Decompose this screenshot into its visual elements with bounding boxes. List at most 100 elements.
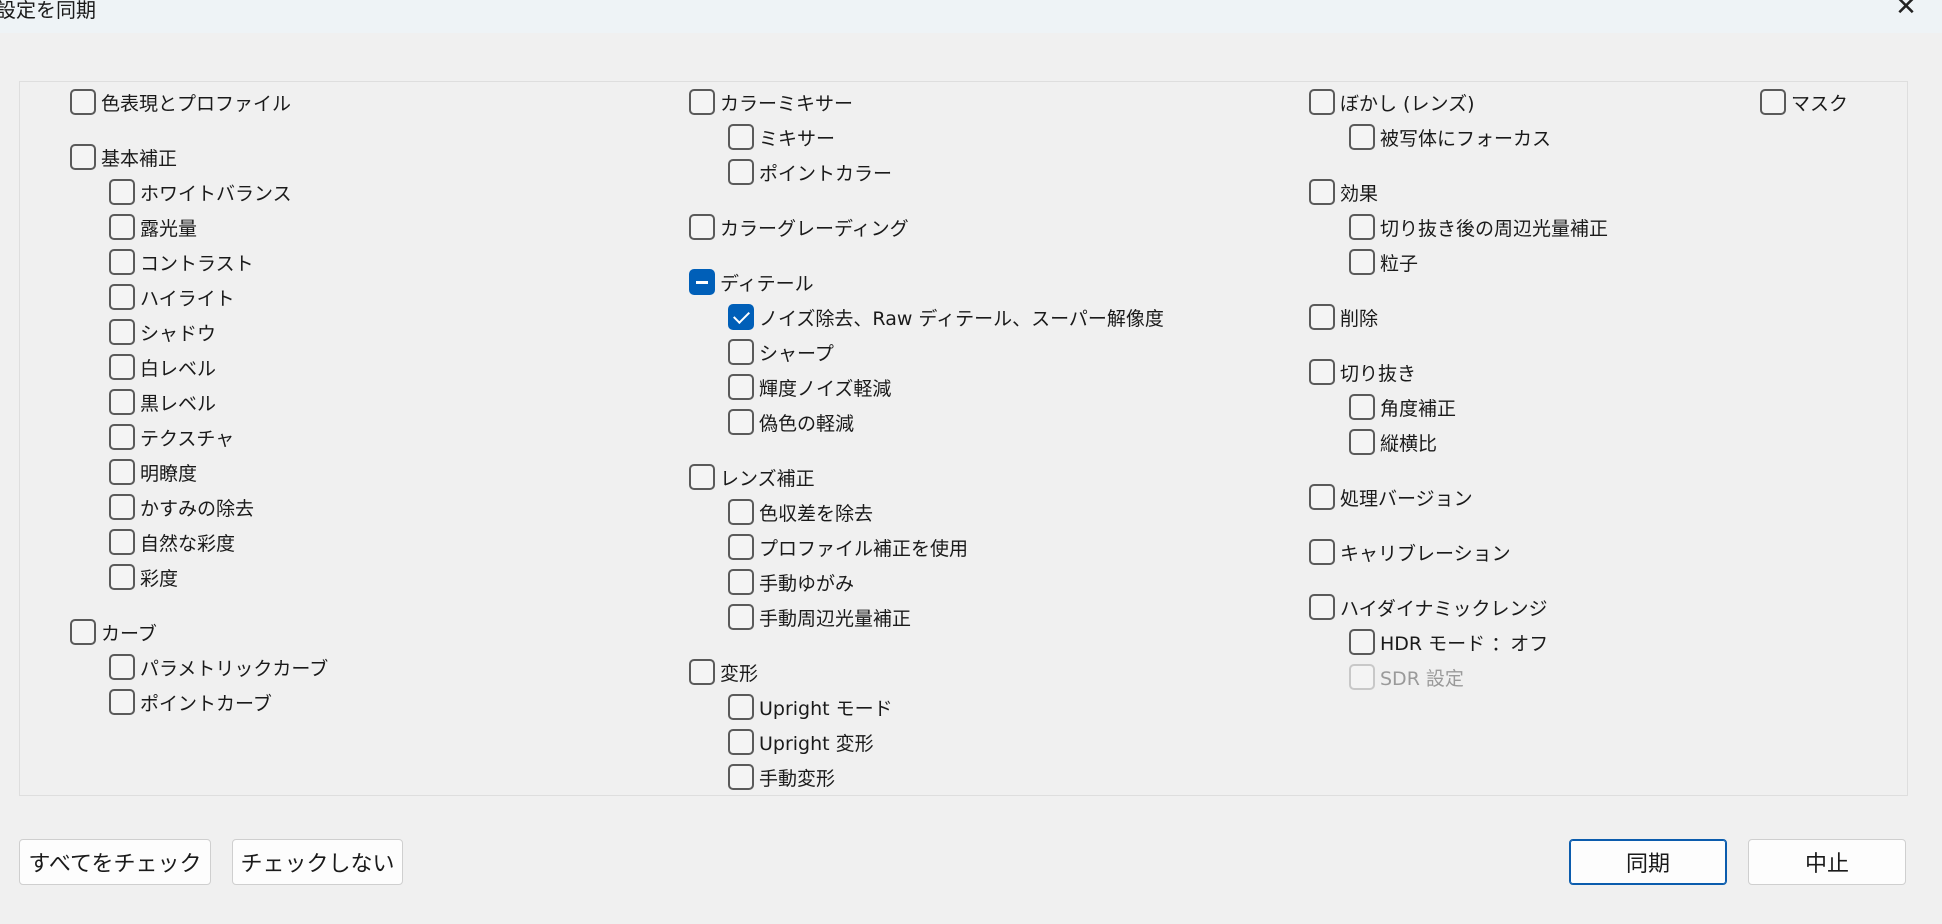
setting-post-crop-vignetting[interactable]: 切り抜き後の周辺光量補正 <box>1349 213 1608 241</box>
checkbox[interactable] <box>689 214 715 240</box>
checkbox[interactable] <box>109 389 135 415</box>
check-all-button[interactable]: すべてをチェック <box>19 839 211 885</box>
checkbox[interactable] <box>1309 539 1335 565</box>
checkbox[interactable] <box>1349 214 1375 240</box>
checkbox[interactable] <box>728 159 754 185</box>
checkbox[interactable] <box>728 604 754 630</box>
setting-noise-reduction[interactable]: ノイズ除去、Raw ディテール、スーパー解像度 <box>728 303 1164 331</box>
setting-masks[interactable]: マスク <box>1760 88 1848 116</box>
checkbox[interactable] <box>109 564 135 590</box>
checkbox[interactable] <box>728 374 754 400</box>
close-icon[interactable]: ✕ <box>1888 0 1924 24</box>
checkbox[interactable] <box>1309 89 1335 115</box>
cancel-button[interactable]: 中止 <box>1748 839 1906 885</box>
setting-upright-transform[interactable]: Upright 変形 <box>728 728 874 756</box>
checkbox[interactable] <box>728 534 754 560</box>
checkbox[interactable] <box>109 179 135 205</box>
checkbox[interactable] <box>728 409 754 435</box>
setting-blacks[interactable]: 黒レベル <box>109 388 216 416</box>
checkbox[interactable] <box>1349 394 1375 420</box>
checkbox[interactable] <box>109 529 135 555</box>
setting-profile-corrections[interactable]: プロファイル補正を使用 <box>728 533 968 561</box>
checkbox[interactable] <box>109 654 135 680</box>
checkbox[interactable] <box>728 694 754 720</box>
setting-transform[interactable]: 変形 <box>689 658 758 686</box>
checkbox[interactable] <box>1349 249 1375 275</box>
setting-manual-vignetting[interactable]: 手動周辺光量補正 <box>728 603 911 631</box>
setting-highlights[interactable]: ハイライト <box>109 283 235 311</box>
setting-basic[interactable]: 基本補正 <box>70 143 177 171</box>
checkbox[interactable] <box>109 424 135 450</box>
checkbox[interactable] <box>728 569 754 595</box>
checkbox[interactable] <box>70 144 96 170</box>
setting-hdr[interactable]: ハイダイナミックレンジ <box>1309 593 1547 621</box>
setting-upright-mode[interactable]: Upright モード <box>728 693 893 721</box>
setting-point-color[interactable]: ポイントカラー <box>728 158 892 186</box>
checkbox[interactable] <box>689 89 715 115</box>
setting-detail[interactable]: ディテール <box>689 268 814 296</box>
setting-color-profile[interactable]: 色表現とプロファイル <box>70 88 291 116</box>
setting-aspect-ratio[interactable]: 縦横比 <box>1349 428 1437 456</box>
checkbox[interactable] <box>109 214 135 240</box>
checkbox[interactable] <box>109 689 135 715</box>
checkbox[interactable] <box>728 729 754 755</box>
setting-color-grading[interactable]: カラーグレーディング <box>689 213 909 241</box>
setting-curves[interactable]: カーブ <box>70 618 157 646</box>
setting-shadows[interactable]: シャドウ <box>109 318 216 346</box>
setting-dehaze[interactable]: かすみの除去 <box>109 493 254 521</box>
setting-calibration[interactable]: キャリブレーション <box>1309 538 1511 566</box>
setting-color-mixer[interactable]: カラーミキサー <box>689 88 853 116</box>
checkbox[interactable] <box>728 764 754 790</box>
setting-texture[interactable]: テクスチャ <box>109 423 234 451</box>
setting-manual-distortion[interactable]: 手動ゆがみ <box>728 568 854 596</box>
checkbox[interactable] <box>70 89 96 115</box>
setting-lens-blur[interactable]: ぼかし (レンズ) <box>1309 88 1475 116</box>
setting-white-balance[interactable]: ホワイトバランス <box>109 178 292 206</box>
setting-hdr-mode[interactable]: HDR モード ：オフ <box>1349 628 1548 656</box>
checkbox-checked[interactable] <box>728 304 754 330</box>
checkbox[interactable] <box>1309 359 1335 385</box>
setting-crop[interactable]: 切り抜き <box>1309 358 1416 386</box>
check-none-button[interactable]: チェックしない <box>232 839 403 885</box>
checkbox[interactable] <box>1309 484 1335 510</box>
checkbox[interactable] <box>689 464 715 490</box>
checkbox[interactable] <box>109 494 135 520</box>
setting-luminance-nr[interactable]: 輝度ノイズ軽減 <box>728 373 891 401</box>
setting-effects[interactable]: 効果 <box>1309 178 1378 206</box>
checkbox[interactable] <box>109 354 135 380</box>
checkbox[interactable] <box>109 459 135 485</box>
setting-vibrance[interactable]: 自然な彩度 <box>109 528 235 556</box>
checkbox[interactable] <box>1349 124 1375 150</box>
checkbox[interactable] <box>1349 429 1375 455</box>
checkbox[interactable] <box>689 659 715 685</box>
checkbox[interactable] <box>1349 629 1375 655</box>
setting-process-version[interactable]: 処理バージョン <box>1309 483 1473 511</box>
checkbox[interactable] <box>70 619 96 645</box>
setting-contrast[interactable]: コントラスト <box>109 248 254 276</box>
setting-exposure[interactable]: 露光量 <box>109 213 197 241</box>
checkbox[interactable] <box>1309 179 1335 205</box>
setting-straighten[interactable]: 角度補正 <box>1349 393 1456 421</box>
setting-parametric-curve[interactable]: パラメトリックカーブ <box>109 653 328 681</box>
setting-lens-corrections[interactable]: レンズ補正 <box>689 463 815 491</box>
checkbox[interactable] <box>1309 594 1335 620</box>
checkbox[interactable] <box>109 249 135 275</box>
checkbox[interactable] <box>109 284 135 310</box>
setting-saturation[interactable]: 彩度 <box>109 563 178 591</box>
setting-remove-ca[interactable]: 色収差を除去 <box>728 498 873 526</box>
setting-focus-subject[interactable]: 被写体にフォーカス <box>1349 123 1551 151</box>
setting-mixer[interactable]: ミキサー <box>728 123 835 151</box>
checkbox[interactable] <box>1309 304 1335 330</box>
setting-clarity[interactable]: 明瞭度 <box>109 458 197 486</box>
setting-remove[interactable]: 削除 <box>1309 303 1378 331</box>
checkbox[interactable] <box>109 319 135 345</box>
setting-sharpen[interactable]: シャープ <box>728 338 834 366</box>
checkbox[interactable] <box>728 339 754 365</box>
checkbox[interactable] <box>728 499 754 525</box>
checkbox[interactable] <box>1760 89 1786 115</box>
setting-point-curve[interactable]: ポイントカーブ <box>109 688 272 716</box>
setting-color-nr[interactable]: 偽色の軽減 <box>728 408 854 436</box>
sync-button[interactable]: 同期 <box>1569 839 1727 885</box>
setting-grain[interactable]: 粒子 <box>1349 248 1418 276</box>
checkbox[interactable] <box>728 124 754 150</box>
